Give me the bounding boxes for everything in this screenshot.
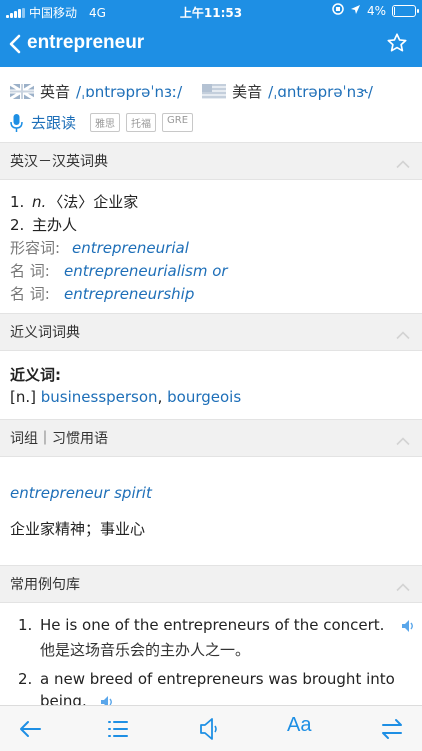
synonym-link[interactable]: businessperson <box>41 388 158 406</box>
follow-read-link[interactable]: 去跟读 <box>31 112 76 133</box>
pronunciation-row: 英音 /ˌɒntrəprəˈnɜː/ 美音 /ˌɑntrəprəˈnɝ/ <box>9 81 373 102</box>
uk-phonetic[interactable]: /ˌɒntrəprəˈnɜː/ <box>76 83 182 101</box>
list-icon[interactable] <box>104 715 132 743</box>
location-icon <box>350 4 361 18</box>
section-title: 词组｜习惯用语 <box>10 431 108 447</box>
section-header-examples[interactable]: 常用例句库 <box>0 565 422 603</box>
word-form-label: 名 词: <box>10 262 50 280</box>
us-phonetic[interactable]: /ˌɑntrəprəˈnɝ/ <box>268 83 373 101</box>
part-of-speech: n. <box>32 193 47 211</box>
phrase-link[interactable]: entrepreneur spirit <box>10 484 152 502</box>
nav-bar: entrepreneur <box>0 22 422 67</box>
app-header: 中国移动 4G 上午11:53 4% entrepreneur <box>0 0 422 67</box>
section-title: 常用例句库 <box>10 577 80 593</box>
back-icon[interactable] <box>6 32 26 56</box>
microphone-icon[interactable] <box>10 113 23 133</box>
definition-row: 2. 主办人 <box>10 216 78 234</box>
collapse-chevron-icon[interactable] <box>396 328 410 340</box>
uk-flag-icon[interactable] <box>9 82 35 101</box>
font-size-button[interactable]: Aa <box>287 714 311 737</box>
word-form-row: 形容词: entrepreneurial <box>10 237 189 258</box>
speaker-icon[interactable] <box>401 619 415 633</box>
exam-tag: 雅思 <box>90 113 121 132</box>
collapse-chevron-icon[interactable] <box>396 157 410 169</box>
collapse-chevron-icon[interactable] <box>396 434 410 446</box>
section-header-phrase[interactable]: 词组｜习惯用语 <box>0 419 422 457</box>
favorite-star-icon[interactable] <box>386 32 408 54</box>
swap-icon[interactable] <box>378 715 406 743</box>
example-en: He is one of the entrepreneurs of the co… <box>40 616 385 634</box>
word-form-link[interactable]: entrepreneurial <box>72 239 189 257</box>
section-title: 近义词词典 <box>10 325 80 341</box>
page-title: entrepreneur <box>27 32 145 53</box>
definition-row: 1. n. 〈法〉企业家 <box>10 193 139 211</box>
section-header-synonym[interactable]: 近义词词典 <box>0 313 422 351</box>
definition-text: 主办人 <box>32 216 78 234</box>
bottom-toolbar: Aa <box>0 705 422 751</box>
word-form-label: 形容词: <box>10 239 61 257</box>
uk-label[interactable]: 英音 <box>40 81 70 102</box>
follow-read-row: 去跟读 雅思 托福 GRE <box>10 112 194 133</box>
word-form-link[interactable]: entrepreneurship <box>64 285 194 303</box>
status-bar: 中国移动 4G 上午11:53 4% <box>0 0 422 22</box>
battery-percent: 4% <box>366 3 386 18</box>
synonym-link[interactable]: bourgeois <box>167 388 241 406</box>
section-title: 英汉－汉英词典 <box>10 154 108 170</box>
collapse-chevron-icon[interactable] <box>396 580 410 592</box>
synonym-separator: , <box>157 388 163 406</box>
us-label[interactable]: 美音 <box>232 81 262 102</box>
example-sentence: 2. a new breed of entrepreneurs was broug… <box>18 670 395 688</box>
example-en: a new breed of entrepreneurs was brought… <box>40 670 395 688</box>
word-form-label: 名 词: <box>10 285 50 303</box>
word-form-link[interactable]: entrepreneurialism or <box>64 262 228 280</box>
example-translation: 他是这场音乐会的主办人之一。 <box>40 641 251 659</box>
exam-tag: 托福 <box>126 113 157 132</box>
word-form-row: 名 词: entrepreneurship <box>10 283 194 304</box>
battery-icon <box>392 4 419 17</box>
lock-rotation-icon <box>332 3 344 18</box>
section-header-dict[interactable]: 英汉－汉英词典 <box>0 142 422 180</box>
exam-tag: GRE <box>162 113 194 132</box>
speaker-outline-icon[interactable] <box>196 715 224 743</box>
back-arrow-icon[interactable] <box>16 715 44 743</box>
synonym-pos: [n.] <box>10 388 36 406</box>
word-form-row: 名 词: entrepreneurialism or <box>10 260 228 281</box>
synonym-heading: 近义词: <box>10 366 61 384</box>
us-flag-icon[interactable] <box>202 84 227 99</box>
example-sentence: 1. He is one of the entrepreneurs of the … <box>18 616 415 634</box>
definition-text: 〈法〉企业家 <box>48 193 139 211</box>
phrase-translation: 企业家精神；事业心 <box>10 520 146 538</box>
synonym-row: [n.] businessperson, bourgeois <box>10 388 241 406</box>
